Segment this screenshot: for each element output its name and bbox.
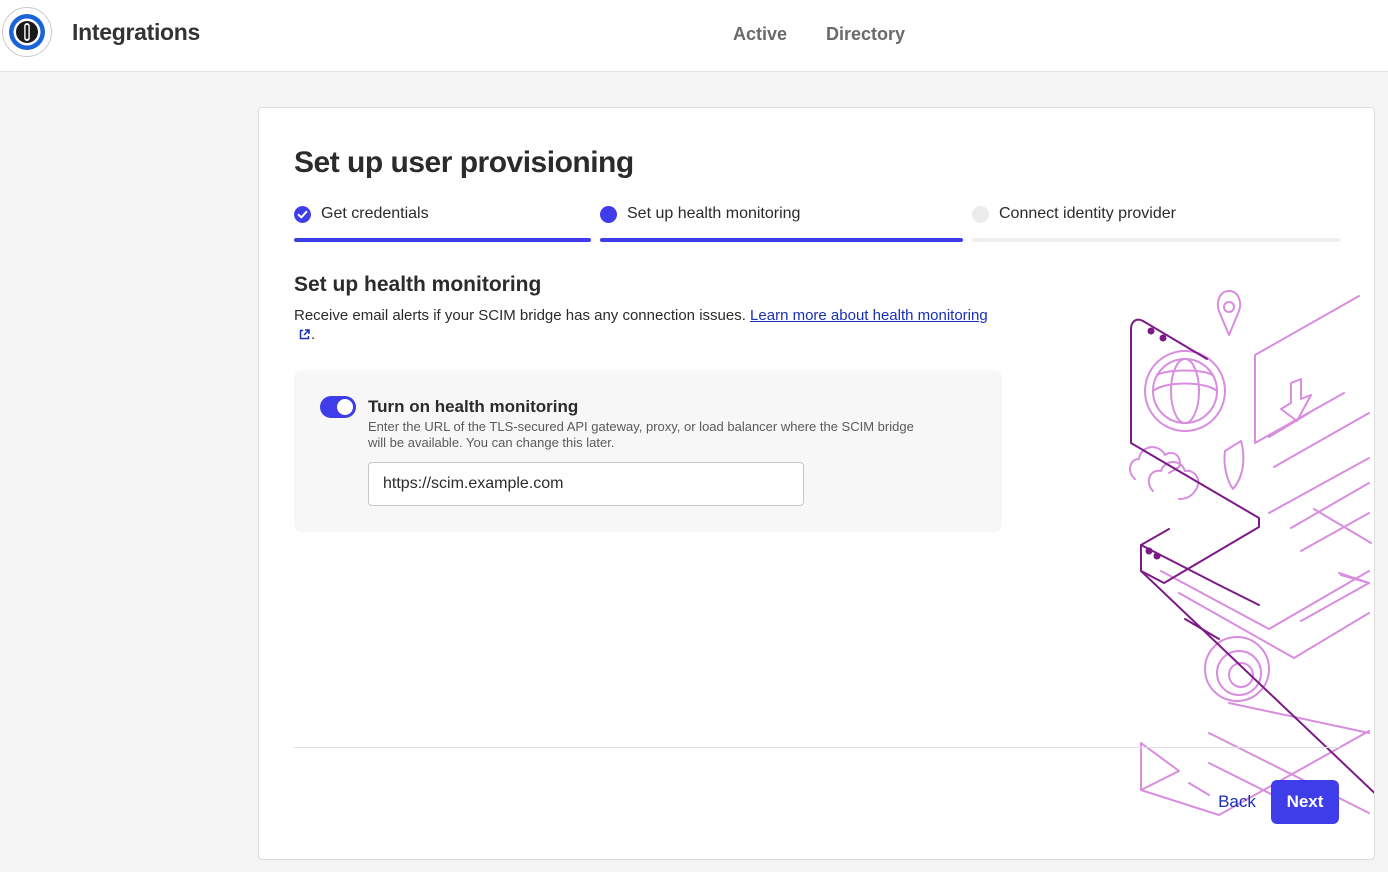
page-title: Set up user provisioning bbox=[294, 146, 634, 179]
step-progress-bar bbox=[972, 238, 1340, 242]
toggle-label: Turn on health monitoring bbox=[368, 397, 579, 416]
step-label: Connect identity provider bbox=[999, 205, 1176, 222]
tab-directory[interactable]: Directory bbox=[826, 24, 905, 45]
setup-card: Set up user provisioning Get credentials… bbox=[258, 107, 1375, 860]
health-monitoring-panel: Turn on health monitoring Enter the URL … bbox=[294, 370, 1002, 532]
description-text: Receive email alerts if your SCIM bridge… bbox=[294, 307, 751, 324]
section-title: Set up health monitoring bbox=[294, 273, 542, 296]
next-button[interactable]: Next bbox=[1271, 780, 1339, 824]
step-connect-identity-provider: Connect identity provider bbox=[972, 205, 1340, 245]
description-period: . bbox=[311, 326, 316, 343]
step-label: Get credentials bbox=[321, 205, 429, 222]
learn-more-link[interactable]: Learn more about health monitoring bbox=[750, 307, 988, 324]
top-bar: Integrations Active Directory bbox=[0, 0, 1388, 72]
toggle-knob bbox=[337, 399, 353, 415]
footer-divider bbox=[294, 747, 1340, 748]
check-circle-icon bbox=[294, 206, 311, 223]
step-progress-bar bbox=[600, 238, 963, 242]
step-label: Set up health monitoring bbox=[627, 205, 801, 222]
health-monitoring-toggle[interactable] bbox=[320, 396, 356, 418]
upcoming-step-dot-icon bbox=[972, 206, 989, 223]
step-get-credentials: Get credentials bbox=[294, 205, 591, 245]
tab-active[interactable]: Active bbox=[733, 24, 787, 45]
1password-keyhole-icon bbox=[9, 14, 45, 50]
section-description: Receive email alerts if your SCIM bridge… bbox=[294, 306, 1014, 344]
current-step-dot-icon bbox=[600, 206, 617, 223]
external-link-icon[interactable] bbox=[298, 328, 311, 341]
app-title: Integrations bbox=[72, 19, 201, 45]
step-health-monitoring: Set up health monitoring bbox=[600, 205, 963, 245]
back-button[interactable]: Back bbox=[1207, 782, 1267, 822]
step-progress-bar bbox=[294, 238, 591, 242]
app-logo[interactable] bbox=[2, 7, 52, 57]
scim-url-input[interactable] bbox=[368, 462, 804, 506]
toggle-help-text: Enter the URL of the TLS-secured API gat… bbox=[368, 419, 914, 450]
